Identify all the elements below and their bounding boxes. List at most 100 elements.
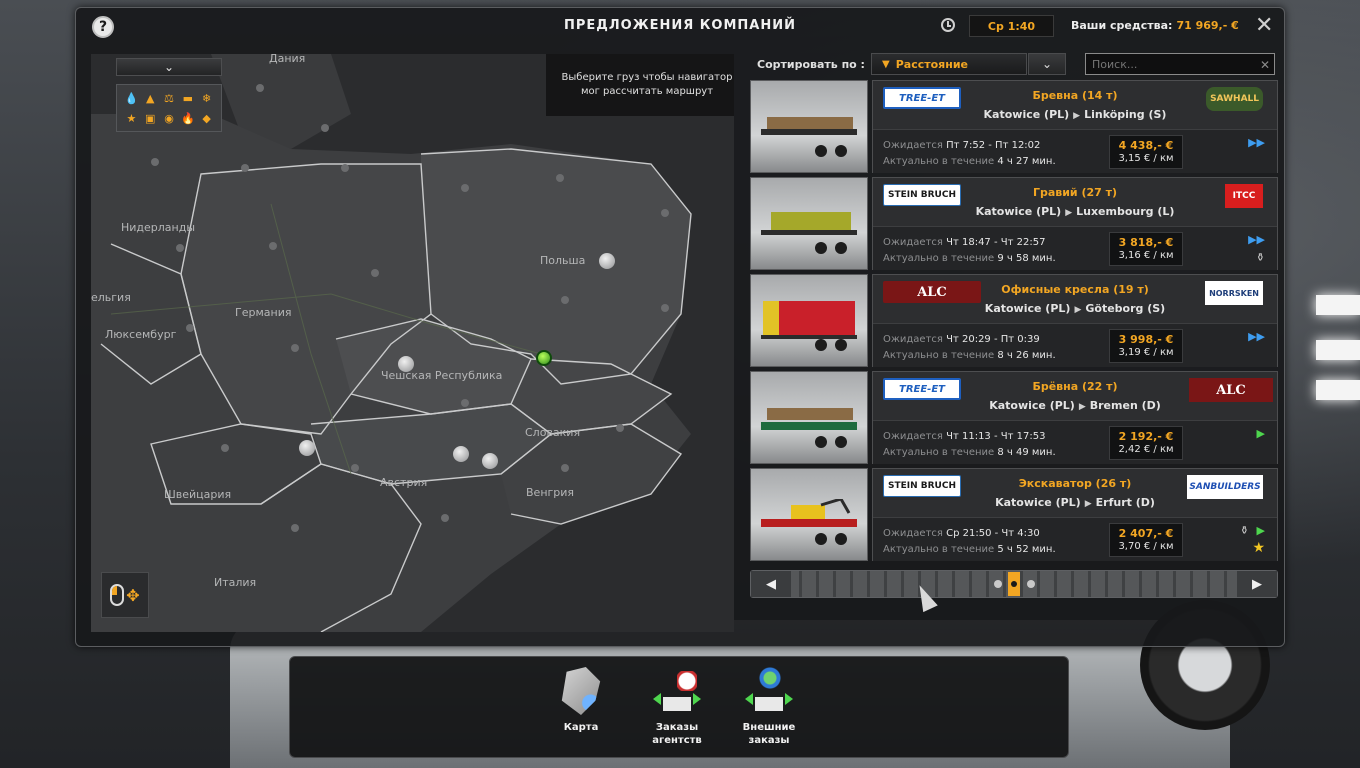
liquid-cargo-icon[interactable]: 💧 [123,89,140,107]
curtain-trailer-image [761,301,857,339]
page-scroller[interactable]: ◀ ▶ [750,570,1278,598]
sort-label: Сортировать по : [757,58,865,71]
bottom-navigation: Карта Заказы агентств Внешние заказы [289,656,1069,758]
cold-cargo-icon[interactable]: ❄ [198,89,215,107]
valid-time: Актуально в течение 4 ч 27 мин. [883,156,1056,167]
search-input[interactable] [1085,53,1275,75]
city-marker[interactable] [599,253,615,269]
heavy-cargo-icon[interactable]: ⚖ [161,89,178,107]
city-dot[interactable] [661,209,669,217]
city-dot[interactable] [186,324,194,332]
city-dot[interactable] [616,424,624,432]
trailer-wheels [809,145,859,157]
job-summary: TREE-ET Брёвна (22 т) Katowice (PL) ▶ Brem… [873,372,1277,418]
expected-value: Чт 20:29 - Пт 0:39 [946,334,1040,345]
valid-value: 5 ч 52 мин. [997,544,1056,555]
city-dot[interactable] [241,164,249,172]
sort-direction-icon: ▼ [882,58,890,70]
next-page-button[interactable]: ▶ [1237,571,1277,597]
current-page-indicator[interactable] [1008,572,1020,596]
city-marker[interactable] [453,446,469,462]
expected-value: Чт 11:13 - Чт 17:53 [946,431,1046,442]
game-time: Ср 1:40 [969,15,1054,37]
route-arrow-icon: ▶ [1078,402,1086,412]
filter-dropdown-toggle[interactable]: ⌄ [116,58,222,76]
city-dot[interactable] [556,174,564,182]
expected-value: Чт 18:47 - Чт 22:57 [946,237,1046,248]
nav-map-label: Карта [563,722,599,733]
job-details: Ожидается Чт 18:47 - Чт 22:57 Актуально … [873,226,1277,270]
city-dot[interactable] [371,269,379,277]
container-cargo-icon[interactable]: ▣ [142,109,159,127]
city-dot[interactable] [291,524,299,532]
page-dot[interactable] [1027,580,1035,588]
city-dot[interactable] [269,242,277,250]
sort-value: Расстояние [895,57,968,71]
city-dot[interactable] [151,158,159,166]
city-dot[interactable] [321,124,329,132]
job-offer[interactable]: TREE-ET Бревна (14 т) Katowice (PL) ▶ Link… [750,80,1278,173]
nav-agency-orders-button[interactable]: Заказы агентств [644,667,710,747]
city-dot[interactable] [561,296,569,304]
price-per-km: 3,15 € / км [1118,153,1174,164]
external-orders-icon [745,667,793,715]
garage-light [1316,295,1360,315]
clear-search-icon[interactable]: ✕ [1260,58,1270,72]
city-marker[interactable] [482,453,498,469]
map-label-belgium: ельгия [91,291,131,304]
map-mouse-control[interactable]: ✥ [101,572,149,618]
close-button[interactable]: ✕ [1255,13,1273,38]
nav-external-orders-button[interactable]: Внешние заказы [736,667,802,747]
city-dot[interactable] [461,184,469,192]
sort-select[interactable]: ▼ Расстояние [871,53,1027,75]
job-offer[interactable]: TREE-ET Брёвна (22 т) Katowice (PL) ▶ Brem… [750,371,1278,464]
job-summary: ALC Офисные кресла (19 т) Katowice (PL) ▶… [873,275,1277,321]
job-offer[interactable]: STEIN BRUCH Гравий (27 т) Katowice (PL) ▶… [750,177,1278,270]
move-icon: ✥ [126,585,140,605]
hazardous-cargo-icon[interactable]: ◆ [198,109,215,127]
destination-company-logo: NORRSKEN [1205,281,1263,305]
nav-external-label: Внешние заказы [742,722,796,746]
route-to: Linköping (S) [1084,108,1167,121]
europe-map-icon [561,667,601,715]
map-view[interactable]: Дания Нидерланды ельгия Люксембург Герма… [91,54,734,632]
special-cargo-star-icon: ★ [1252,540,1265,556]
city-dot[interactable] [461,399,469,407]
city-dot[interactable] [291,344,299,352]
expected-time: Ожидается Чт 18:47 - Чт 22:57 [883,237,1045,248]
city-dot[interactable] [561,464,569,472]
city-marker[interactable] [398,356,414,372]
route: Katowice (PL) ▶ Luxembourg (L) [873,205,1277,218]
map-label-slovakia: Словакия [525,426,581,439]
city-dot[interactable] [441,514,449,522]
page-dot[interactable] [994,580,1002,588]
bulk-cargo-icon[interactable]: ◉ [161,109,178,127]
city-dot[interactable] [176,244,184,252]
trailer-wheels [809,339,859,351]
city-marker[interactable] [299,440,315,456]
job-price: 4 438,- € [1118,139,1174,152]
expected-time: Ожидается Пт 7:52 - Пт 12:02 [883,140,1040,151]
city-dot[interactable] [221,444,229,452]
city-dot[interactable] [661,304,669,312]
city-dot[interactable] [351,464,359,472]
job-offer[interactable]: STEIN BRUCH Экскаватор (26 т) Katowice (… [750,468,1278,561]
city-dot[interactable] [256,84,264,92]
city-dot[interactable] [341,164,349,172]
job-offer[interactable]: ALC Офисные кресла (19 т) Katowice (PL) ▶… [750,274,1278,367]
job-price: 3 818,- € [1118,236,1174,249]
navigation-hint: Выберите груз чтобы навигатор мог рассчи… [546,54,734,116]
job-details: Ожидается Пт 7:52 - Пт 12:02 Актуально в… [873,129,1277,173]
route-from: Katowice (PL) [983,108,1070,121]
nav-map-button[interactable]: Карта [548,667,614,734]
fragile-cargo-icon[interactable]: ▲ [142,89,159,107]
valuable-cargo-icon[interactable]: ★ [123,109,140,127]
trailer-cargo-icon[interactable]: ▬ [179,89,196,107]
urgent-delivery-icon: ▶▶ [1248,330,1265,343]
job-details: Ожидается Ср 21:50 - Чт 4:30 Актуально в… [873,517,1277,561]
route-from: Katowice (PL) [975,205,1062,218]
flammable-cargo-icon[interactable]: 🔥 [179,109,196,127]
previous-page-button[interactable]: ◀ [751,571,791,597]
sort-dropdown-button[interactable]: ⌄ [1028,53,1066,75]
garage-light [1316,340,1360,360]
